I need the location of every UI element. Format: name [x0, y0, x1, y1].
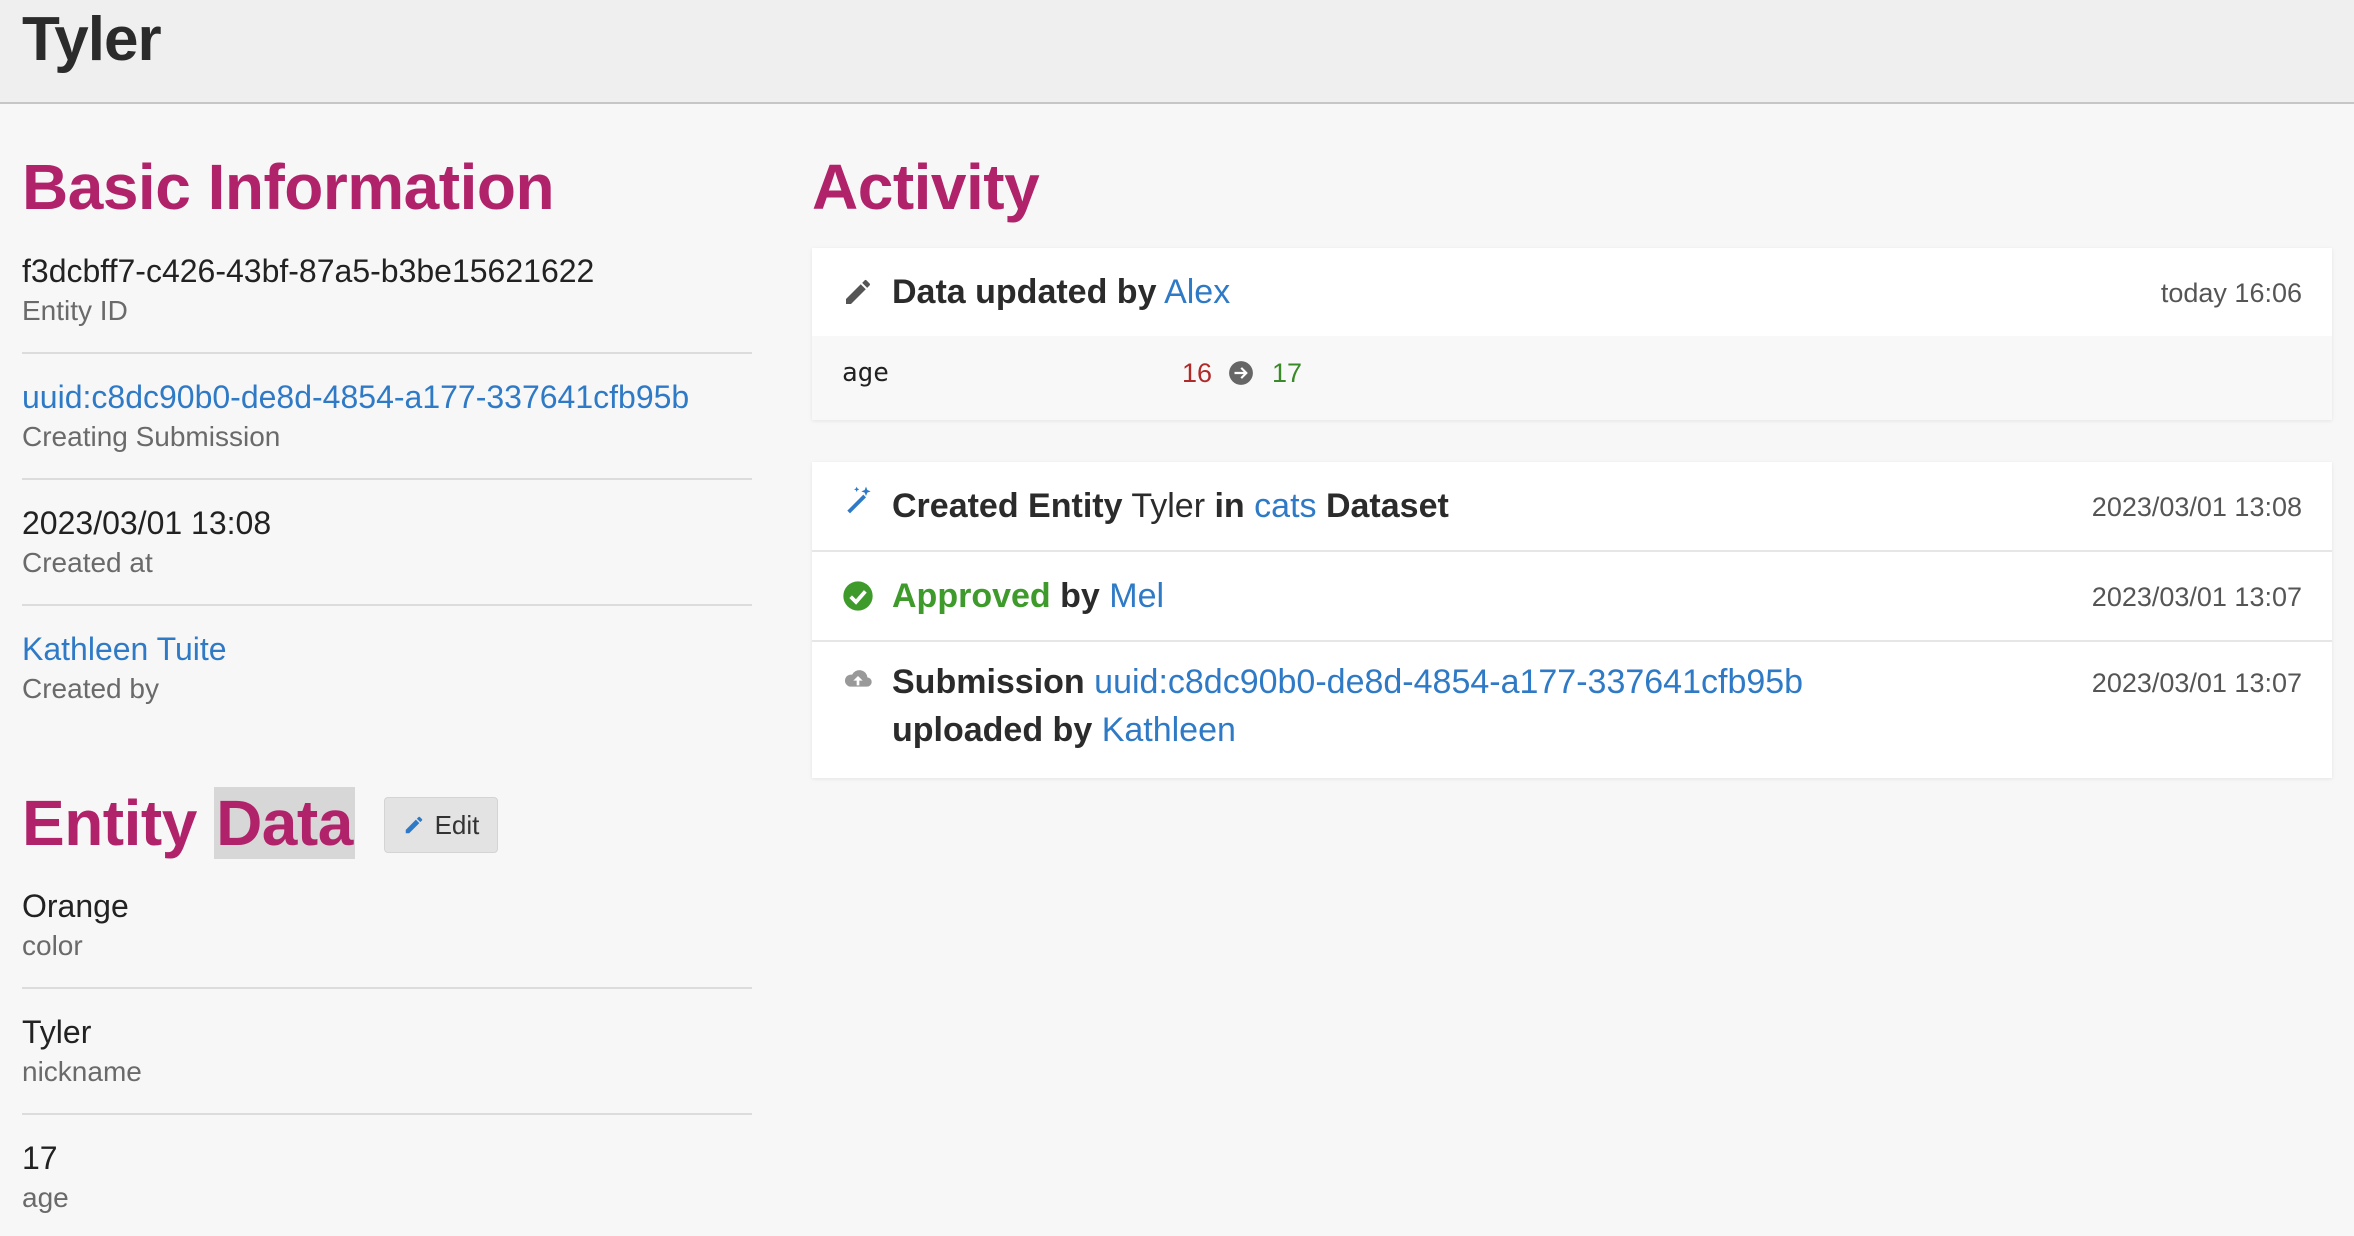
activity-created-text: Created Entity Tyler in cats Dataset — [892, 484, 1449, 528]
created-by-link[interactable]: Kathleen Tuite — [22, 629, 752, 669]
entity-data-color-field: Orange color — [22, 886, 752, 964]
activity-created-time: 2023/03/01 13:08 — [2091, 492, 2302, 522]
diff-new-value: 17 — [1272, 358, 1303, 388]
entity-data-heading: Entity Data — [22, 786, 355, 860]
nickname-value: Tyler — [22, 1014, 92, 1050]
activity-approved-text: Approved by Mel — [892, 574, 1164, 618]
pencil-icon — [405, 816, 422, 834]
entity-data-heading-part1: Entity — [22, 787, 197, 859]
created-by-label: Created by — [22, 673, 159, 704]
uploaded-by: uploaded by — [892, 711, 1093, 749]
divider — [22, 604, 752, 606]
approved-by: by — [1060, 577, 1100, 615]
created-at-value: 2023/03/01 13:08 — [22, 505, 272, 541]
activity-heading: Activity — [812, 151, 1040, 223]
divider — [22, 987, 752, 989]
activity-submission-line2: uploaded by Kathleen — [892, 708, 1236, 752]
created-by-field: Kathleen Tuite Created by — [22, 629, 752, 707]
basic-information-heading: Basic Information — [22, 151, 555, 223]
activity-history-card: Created Entity Tyler in cats Dataset 202… — [812, 462, 2332, 778]
diff-key: age — [842, 358, 889, 388]
edit-button-label: Edit — [434, 809, 480, 840]
entity-data-heading-part2: Data — [214, 787, 355, 859]
activity-approved-time: 2023/03/01 13:07 — [2091, 582, 2302, 612]
entity-id-field: f3dcbff7-c426-43bf-87a5-b3be15621622 Ent… — [22, 251, 752, 329]
activity-submission-line1: Submission uuid:c8dc90b0-de8d-4854-a177-… — [892, 660, 1803, 704]
edit-button[interactable]: Edit — [384, 797, 498, 853]
arrow-right-circle-icon — [1229, 361, 1253, 385]
created-at-label: Created at — [22, 547, 153, 578]
activity-created-suffix: Dataset — [1325, 487, 1449, 525]
entity-data-nickname-field: Tyler nickname — [22, 1012, 752, 1090]
age-label: age — [22, 1182, 69, 1213]
activity-submission-row: Submission uuid:c8dc90b0-de8d-4854-a177-… — [812, 642, 2332, 778]
approved-user-link[interactable]: Mel — [1109, 577, 1164, 615]
creating-submission-link[interactable]: uuid:c8dc90b0-de8d-4854-a177-337641cfb95… — [22, 377, 752, 417]
divider — [22, 1113, 752, 1115]
diff-old-value: 16 — [1182, 358, 1213, 388]
submission-prefix: Submission — [892, 663, 1085, 701]
activity-created-in: in — [1214, 487, 1245, 525]
pencil-icon — [846, 279, 871, 304]
activity-submission-time: 2023/03/01 13:07 — [2091, 668, 2302, 698]
created-at-field: 2023/03/01 13:08 Created at — [22, 503, 752, 581]
creating-submission-label: Creating Submission — [22, 421, 281, 452]
age-value: 17 — [22, 1140, 58, 1176]
magic-wand-icon — [847, 486, 871, 514]
page-title: Tyler — [22, 5, 162, 74]
check-circle-icon — [843, 581, 873, 611]
activity-approved-row: Approved by Mel 2023/03/01 13:07 — [812, 552, 2332, 640]
activity-update-text: Data updated by Alex — [892, 270, 1230, 314]
entity-id-value: f3dcbff7-c426-43bf-87a5-b3be15621622 — [22, 253, 595, 289]
page-header: Tyler — [0, 0, 2354, 104]
activity-created-entity: Tyler — [1131, 487, 1206, 525]
color-label: color — [22, 930, 83, 961]
activity-update-time: today 16:06 — [2160, 278, 2302, 308]
dataset-link[interactable]: cats — [1254, 487, 1316, 525]
cloud-upload-icon — [844, 670, 872, 687]
activity-update-prefix: Data updated by — [892, 273, 1157, 311]
entity-id-label: Entity ID — [22, 295, 128, 326]
activity-created-prefix: Created Entity — [892, 487, 1123, 525]
submission-link[interactable]: uuid:c8dc90b0-de8d-4854-a177-337641cfb95… — [1094, 663, 1803, 701]
creating-submission-field: uuid:c8dc90b0-de8d-4854-a177-337641cfb95… — [22, 377, 752, 455]
uploader-user-link[interactable]: Kathleen — [1102, 711, 1236, 749]
divider — [22, 352, 752, 354]
activity-update-card: Data updated by Alex today 16:06 age 16 … — [812, 248, 2332, 420]
color-value: Orange — [22, 888, 129, 924]
activity-update-user-link[interactable]: Alex — [1164, 273, 1230, 311]
diff-row: age 16 17 — [812, 336, 2332, 420]
divider — [22, 478, 752, 480]
approved-status: Approved — [892, 577, 1051, 615]
entity-data-age-field: 17 age — [22, 1138, 752, 1216]
nickname-label: nickname — [22, 1056, 142, 1087]
activity-update-row: Data updated by Alex today 16:06 — [812, 248, 2332, 336]
activity-created-row: Created Entity Tyler in cats Dataset 202… — [812, 462, 2332, 550]
